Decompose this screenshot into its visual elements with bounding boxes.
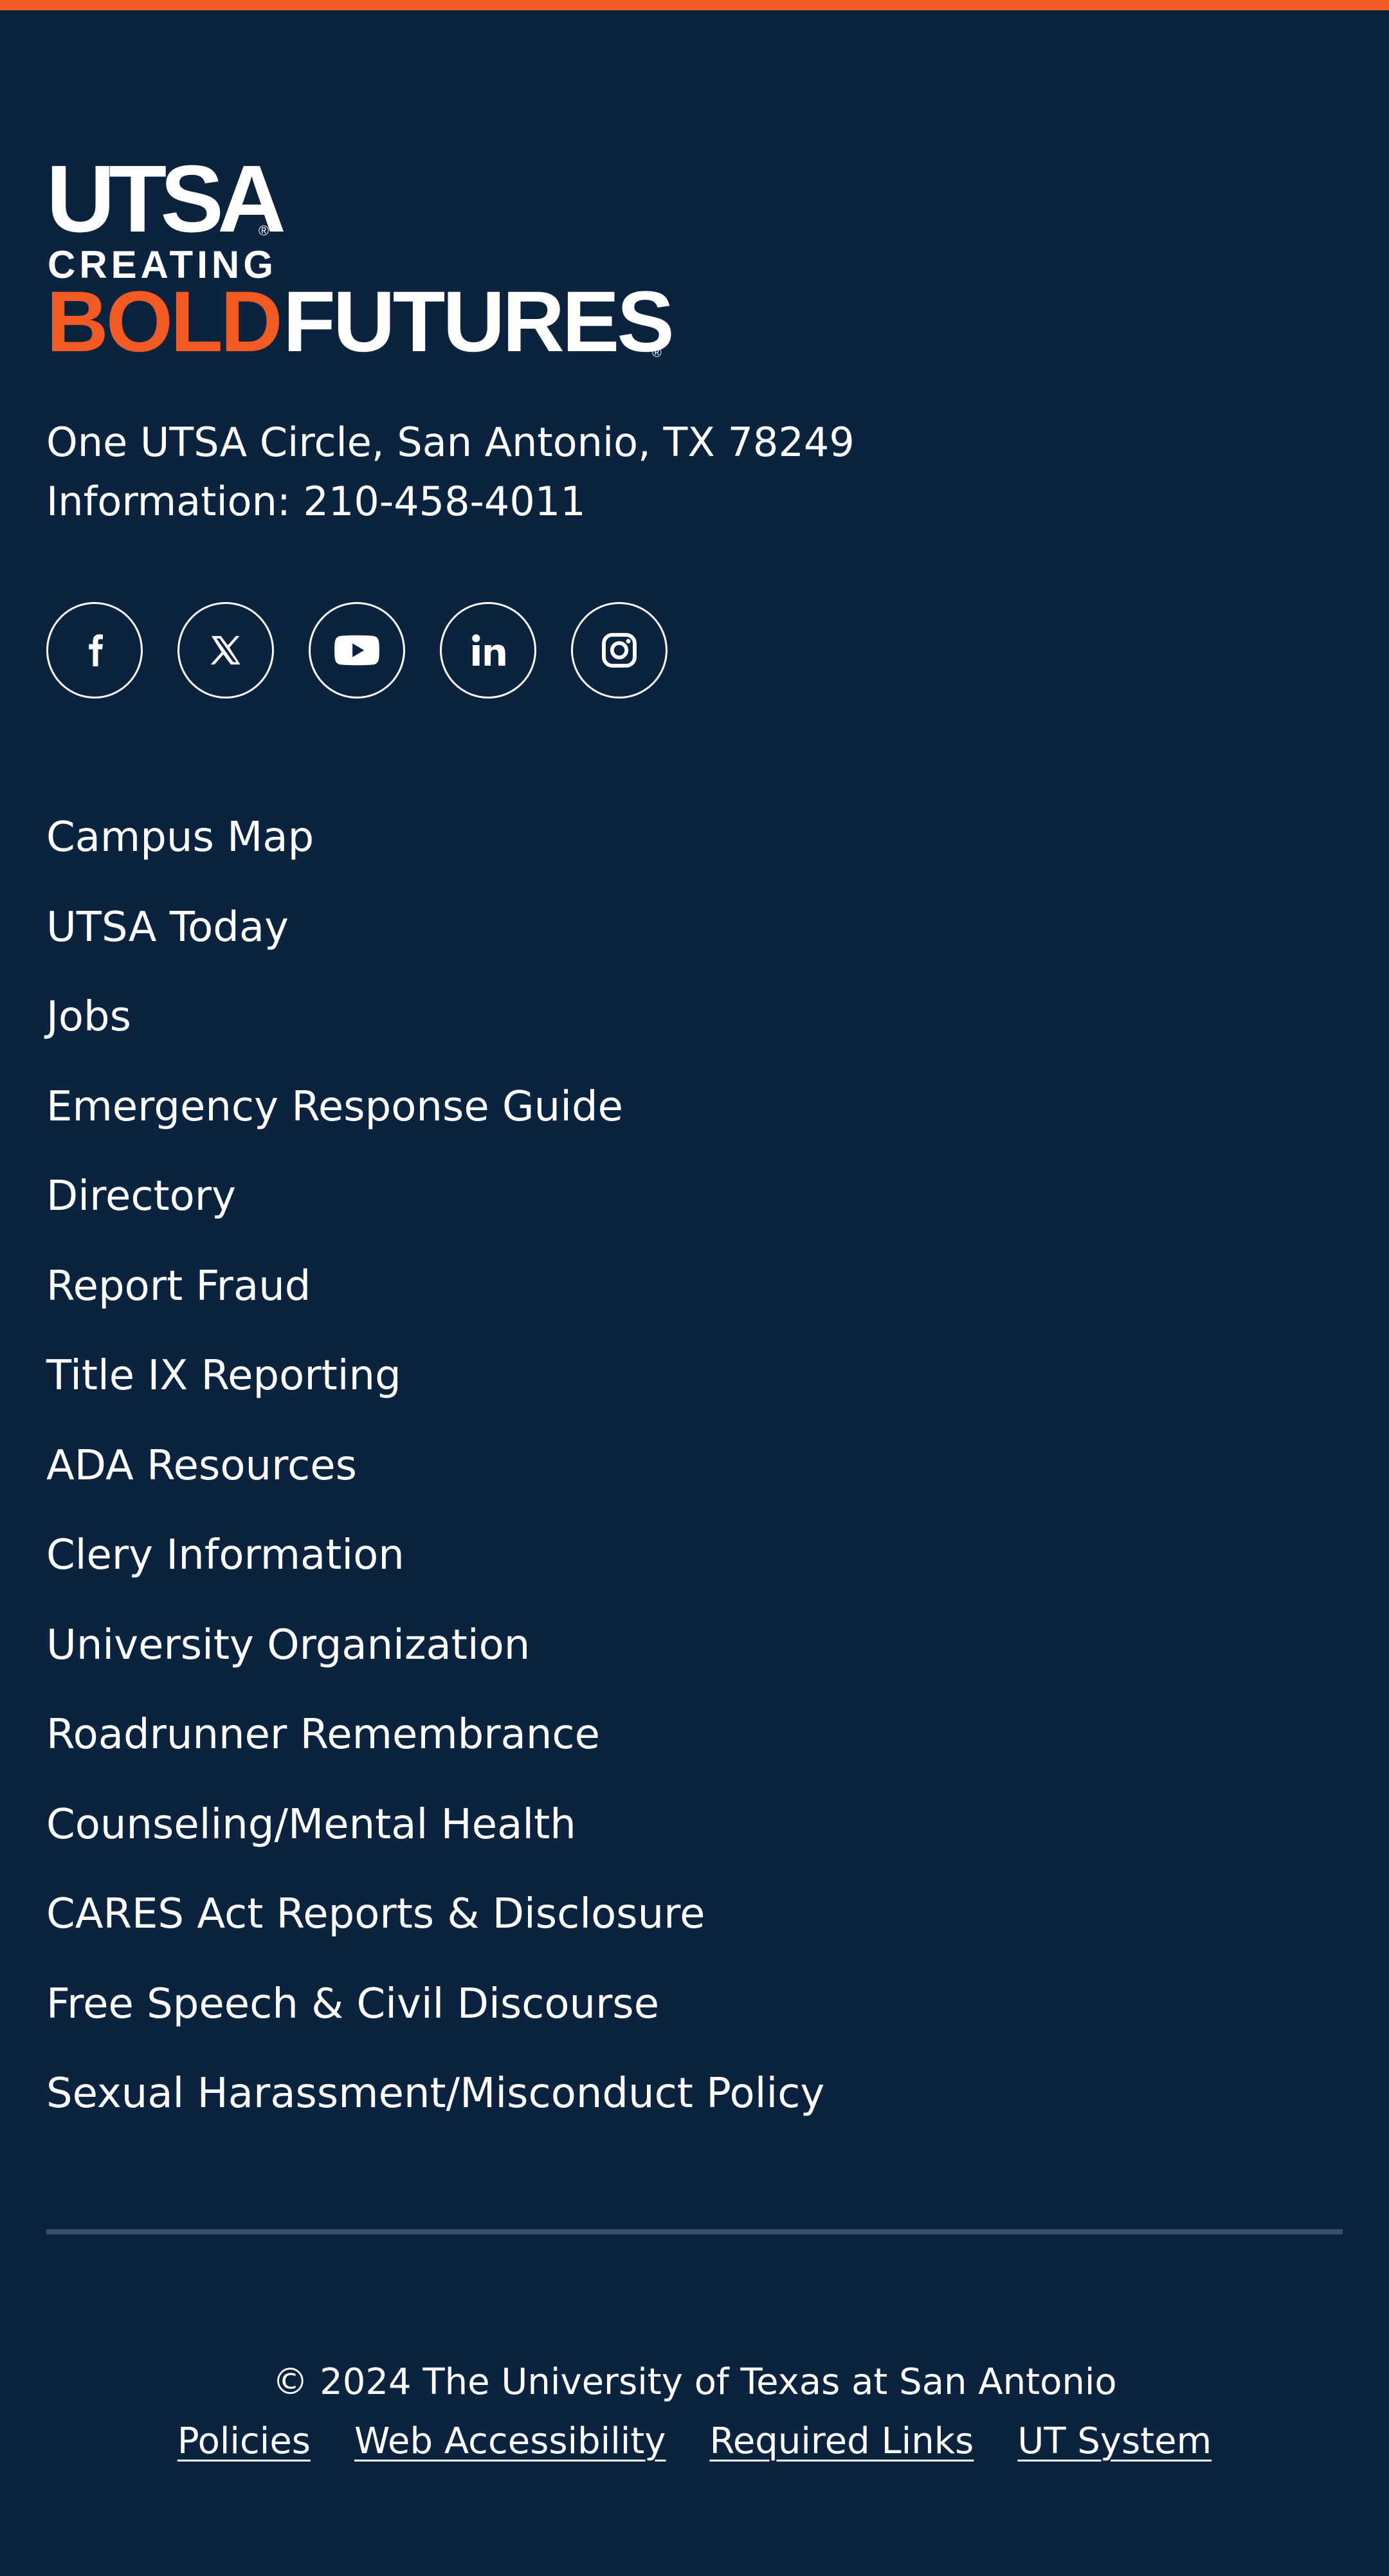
- utsa-logo[interactable]: UTSA ® CREATING BOLD FUTURES ®: [46, 146, 689, 365]
- footer-link[interactable]: CARES Act Reports & Disclosure: [46, 1873, 824, 1963]
- site-footer: UTSA ® CREATING BOLD FUTURES ® One UTSA …: [0, 10, 1389, 2576]
- legal-links: Policies Web Accessibility Required Link…: [0, 2416, 1389, 2467]
- ut-system-link[interactable]: UT System: [1017, 2416, 1212, 2467]
- footer-link[interactable]: Sexual Harassment/Misconduct Policy: [46, 2052, 824, 2142]
- footer-link-list: Campus Map UTSA Today Jobs Emergency Res…: [46, 796, 824, 2142]
- footer-link[interactable]: Clery Information: [46, 1514, 824, 1604]
- footer-link[interactable]: Jobs: [46, 976, 824, 1066]
- footer-link[interactable]: Free Speech & Civil Discourse: [46, 1963, 824, 2053]
- footer-link[interactable]: University Organization: [46, 1604, 824, 1694]
- top-accent-bar: [0, 0, 1389, 10]
- logo-utsa-text: UTSA: [46, 146, 286, 252]
- facebook-icon: [89, 634, 103, 666]
- policies-link[interactable]: Policies: [177, 2416, 311, 2467]
- youtube-button[interactable]: [309, 602, 405, 699]
- logo-registered-mark: ®: [259, 223, 269, 239]
- facebook-button[interactable]: [46, 602, 143, 699]
- footer-link[interactable]: Report Fraud: [46, 1245, 824, 1335]
- footer-link[interactable]: Roadrunner Remembrance: [46, 1694, 824, 1784]
- instagram-icon: [602, 633, 637, 668]
- footer-link[interactable]: Counseling/Mental Health: [46, 1784, 824, 1874]
- footer-link[interactable]: Campus Map: [46, 796, 824, 886]
- footer-link[interactable]: Directory: [46, 1155, 824, 1245]
- phone-text[interactable]: Information: 210-458-4011: [46, 472, 855, 531]
- x-button[interactable]: [177, 602, 274, 699]
- youtube-icon: [334, 635, 379, 666]
- linkedin-icon: [472, 634, 505, 666]
- contact-info: One UTSA Circle, San Antonio, TX 78249 I…: [46, 413, 855, 531]
- instagram-button[interactable]: [571, 602, 667, 699]
- footer-link[interactable]: Emergency Response Guide: [46, 1066, 824, 1156]
- footer-link[interactable]: UTSA Today: [46, 886, 824, 976]
- footer-link[interactable]: ADA Resources: [46, 1425, 824, 1515]
- copyright-text: © 2024 The University of Texas at San An…: [272, 2361, 1117, 2403]
- linkedin-button[interactable]: [440, 602, 536, 699]
- logo-bold-text: BOLD: [46, 274, 283, 370]
- address-text: One UTSA Circle, San Antonio, TX 78249: [46, 419, 855, 466]
- web-accessibility-link[interactable]: Web Accessibility: [354, 2416, 666, 2467]
- logo-registered-mark: ®: [652, 346, 662, 360]
- footer-link[interactable]: Title IX Reporting: [46, 1335, 824, 1425]
- social-links: [46, 602, 667, 701]
- footer-divider: [46, 2229, 1343, 2234]
- required-links-link[interactable]: Required Links: [709, 2416, 974, 2467]
- x-icon: [210, 635, 241, 665]
- logo-futures-text: FUTURES: [283, 274, 675, 370]
